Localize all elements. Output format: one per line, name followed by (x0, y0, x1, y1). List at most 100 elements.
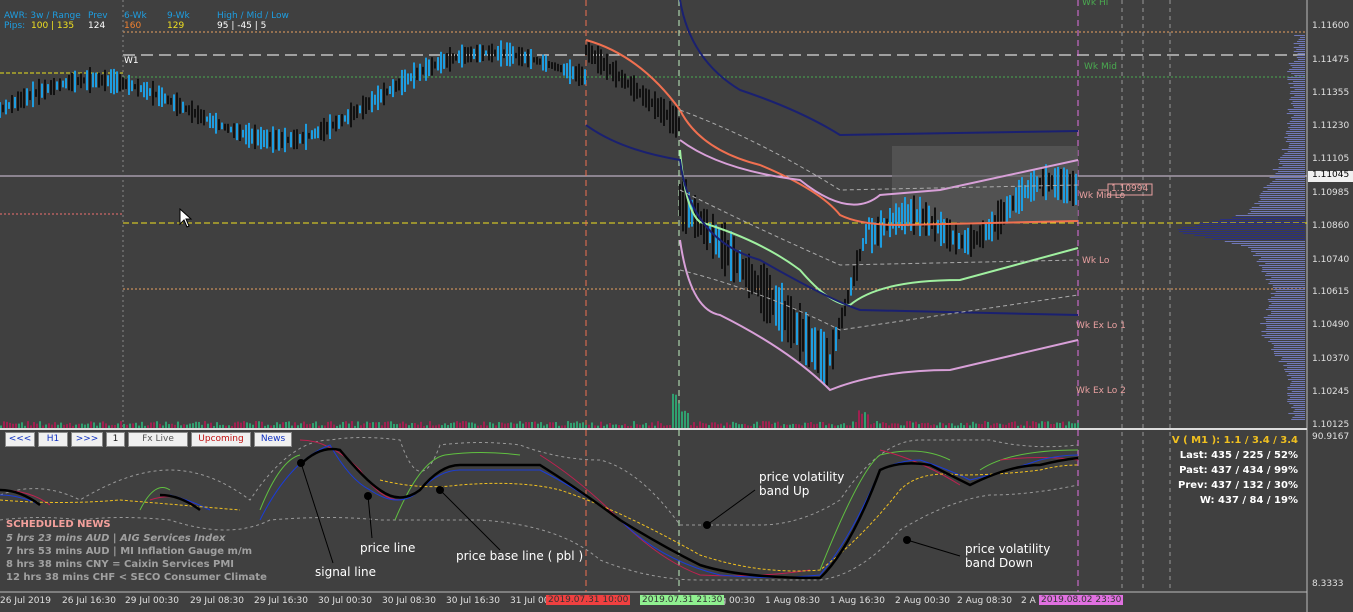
news-button[interactable]: News (254, 432, 292, 447)
volume-profile-bar (1294, 75, 1305, 76)
volume-bar (837, 425, 839, 428)
volume-bar (969, 425, 971, 428)
volume-bar (135, 422, 137, 428)
volume-bar (987, 421, 989, 428)
volume-bar (72, 425, 74, 428)
volume-profile-bar (1271, 277, 1305, 278)
volume-bar (942, 423, 944, 428)
volume-bar (36, 423, 38, 428)
volume-bar (543, 425, 545, 428)
volume-profile-bar (1254, 203, 1305, 204)
volume-profile-bar (1289, 143, 1305, 144)
fx-live-button[interactable]: Fx Live (128, 432, 188, 447)
upcoming-button[interactable]: Upcoming (191, 432, 251, 447)
wk-mid-label: Wk Mid (1084, 62, 1117, 72)
volume-bar (330, 421, 332, 428)
volume-bar (795, 423, 797, 428)
timeframe-button[interactable]: H1 (38, 432, 68, 447)
volume-bar (1044, 421, 1046, 428)
volume-bar (930, 425, 932, 428)
stat-past: Past: 437 / 434 / 99% (1179, 465, 1298, 476)
volume-bar (1035, 422, 1037, 428)
volume-bar (801, 425, 803, 428)
volume-bar (459, 422, 461, 428)
volume-profile-bar (1290, 65, 1305, 66)
wk-ex-lo2-label: Wk Ex Lo 2 (1076, 386, 1126, 396)
volume-bar (936, 425, 938, 428)
volume-bar (912, 422, 914, 428)
volume-bar (939, 422, 941, 428)
volume-profile-bar (1292, 67, 1305, 68)
next-button[interactable]: >>> (71, 432, 103, 447)
volume-bar (1047, 421, 1049, 428)
volume-profile-bar (1263, 187, 1305, 188)
volume-profile-bar (1291, 381, 1305, 382)
volume-bar (897, 423, 899, 428)
volume-profile-bar (1284, 137, 1305, 138)
volume-bar (69, 422, 71, 428)
volume-bar (915, 421, 917, 428)
stat-prev: Prev: 437 / 132 / 30% (1178, 480, 1298, 491)
volume-profile-bar (1287, 395, 1305, 396)
price-axis-label: 1.10245 (1312, 387, 1350, 397)
volume-bar (297, 425, 299, 428)
volume-profile-bar (1266, 333, 1305, 334)
volume-bar (390, 421, 392, 428)
volume-bar (531, 422, 533, 428)
volume-bar (825, 425, 827, 428)
pink-time-tag: 2019.08.02 23:30 (1039, 595, 1124, 605)
volume-bar (843, 423, 845, 428)
volume-bar (462, 421, 464, 428)
volume-profile-bar (1278, 171, 1305, 172)
volume-profile-bar (1280, 157, 1305, 158)
volume-bar (984, 421, 986, 428)
volume-profile-bar (1232, 217, 1305, 218)
volume-bar (759, 425, 761, 428)
volume-bar (159, 423, 161, 428)
volume-profile-bar (1267, 299, 1305, 300)
volume-profile-bar (1258, 259, 1305, 260)
volume-profile-bar (1251, 249, 1305, 250)
volume-bar (588, 424, 590, 428)
vol-up-label-1: price volatility (759, 470, 845, 484)
time-axis-label: 2 A (1021, 596, 1036, 606)
volume-profile-bar (1294, 95, 1305, 96)
volume-bar (231, 425, 233, 428)
price-chart[interactable] (0, 0, 1353, 612)
volume-bar (579, 423, 581, 428)
volume-bar (99, 422, 101, 428)
volume-bar (363, 423, 365, 428)
volume-profile-bar (1275, 291, 1305, 292)
volume-profile-bar (1290, 87, 1305, 88)
volume-bar (318, 425, 320, 428)
volume-bar (351, 421, 353, 428)
volume-bar (876, 421, 878, 428)
volume-bar (213, 425, 215, 428)
volume-bar (423, 425, 425, 428)
volume-bar (84, 424, 86, 428)
volume-bar (741, 424, 743, 428)
volume-profile-bar (1292, 105, 1305, 106)
one-button[interactable]: 1 (106, 432, 125, 447)
volume-profile-bar (1282, 165, 1305, 166)
volume-profile-bar (1199, 223, 1305, 224)
volume-bar (471, 422, 473, 428)
volume-bar (249, 423, 251, 428)
volume-bar (957, 425, 959, 428)
volume-profile-bar (1181, 227, 1305, 228)
volume-profile-bar (1286, 113, 1305, 114)
prev-button[interactable]: <<< (5, 432, 35, 447)
volume-bar (567, 421, 569, 428)
volume-profile-bar (1289, 93, 1305, 94)
volume-bar (18, 423, 20, 428)
volume-bar (1050, 424, 1052, 428)
volume-bar (393, 423, 395, 428)
volume-bar (564, 425, 566, 428)
volume-bar (990, 425, 992, 428)
volume-bar (636, 424, 638, 428)
signal-arrow (300, 462, 334, 564)
volume-bar (174, 424, 176, 428)
volume-bar (714, 422, 716, 428)
price-axis-label: 1.11355 (1312, 88, 1350, 98)
volume-profile-bar (1288, 147, 1305, 148)
